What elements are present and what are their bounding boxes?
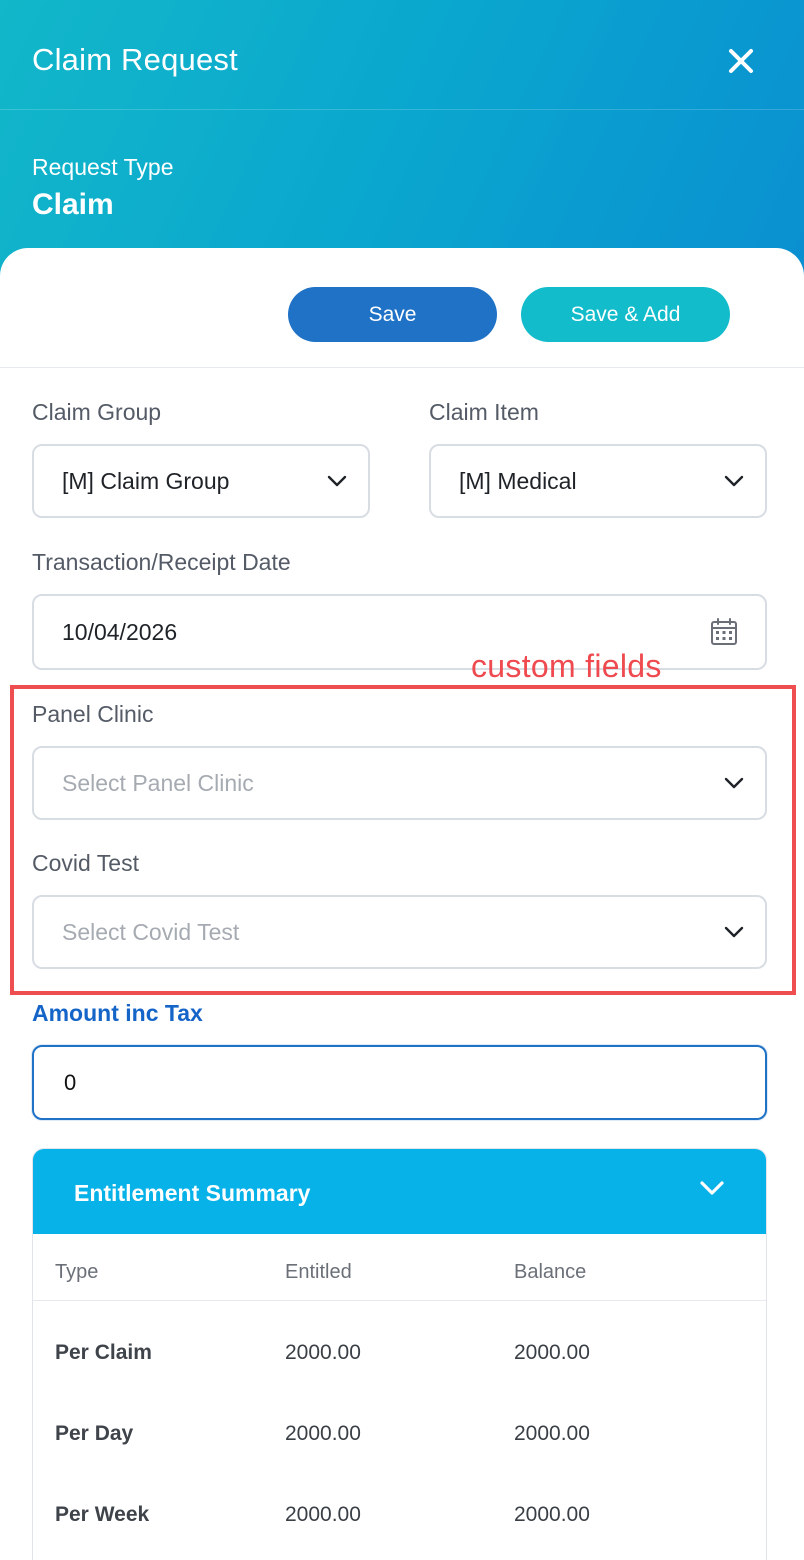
- save-and-add-button[interactable]: Save & Add: [521, 287, 730, 342]
- row-balance: 2000.00: [514, 1341, 590, 1364]
- table-header-divider: [33, 1300, 766, 1301]
- header-divider: [0, 109, 804, 110]
- close-icon[interactable]: [722, 42, 760, 80]
- row-type: Per Week: [55, 1503, 150, 1526]
- action-divider: [0, 367, 804, 368]
- claim-item-value: [M] Medical: [459, 467, 577, 494]
- column-header-entitled: Entitled: [285, 1261, 352, 1283]
- covid-test-placeholder: Select Covid Test: [62, 918, 240, 945]
- entitlement-summary-header[interactable]: Entitlement Summary: [33, 1149, 766, 1234]
- calendar-icon[interactable]: [709, 617, 739, 647]
- transaction-date-label: Transaction/Receipt Date: [32, 549, 291, 575]
- row-entitled: 2000.00: [285, 1341, 361, 1364]
- panel-clinic-select[interactable]: Select Panel Clinic: [32, 746, 767, 820]
- row-type: Per Day: [55, 1422, 134, 1445]
- panel-clinic-placeholder: Select Panel Clinic: [62, 769, 254, 796]
- entitlement-summary-title: Entitlement Summary: [74, 1180, 311, 1206]
- custom-fields-annotation: custom fields: [471, 648, 662, 684]
- entitlement-summary-card: Entitlement Summary Type Entitled Balanc…: [32, 1148, 767, 1560]
- request-type-label: Request Type: [32, 154, 174, 180]
- claim-item-label: Claim Item: [429, 399, 539, 425]
- row-balance: 2000.00: [514, 1422, 590, 1445]
- claim-group-label: Claim Group: [32, 399, 162, 425]
- chevron-down-icon: [327, 475, 347, 487]
- page-title: Claim Request: [32, 42, 238, 77]
- row-entitled: 2000.00: [285, 1422, 361, 1445]
- claim-group-value: [M] Claim Group: [62, 467, 230, 494]
- chevron-down-icon: [724, 777, 744, 789]
- covid-test-label: Covid Test: [32, 850, 139, 876]
- row-type: Per Claim: [55, 1341, 152, 1364]
- claim-group-select[interactable]: [M] Claim Group: [32, 444, 370, 518]
- row-balance: 2000.00: [514, 1503, 590, 1526]
- row-entitled: 2000.00: [285, 1503, 361, 1526]
- chevron-down-icon: [724, 475, 744, 487]
- column-header-type: Type: [55, 1261, 99, 1283]
- claim-item-select[interactable]: [M] Medical: [429, 444, 767, 518]
- save-button[interactable]: Save: [288, 287, 497, 342]
- chevron-down-icon: [724, 926, 744, 938]
- column-header-balance: Balance: [514, 1261, 587, 1283]
- chevron-down-icon: [700, 1181, 724, 1195]
- amount-input[interactable]: 0: [32, 1045, 767, 1120]
- covid-test-select[interactable]: Select Covid Test: [32, 895, 767, 969]
- panel-clinic-label: Panel Clinic: [32, 701, 154, 727]
- amount-label: Amount inc Tax: [32, 1000, 203, 1026]
- request-type-value: Claim: [32, 188, 114, 221]
- transaction-date-value: 10/04/2026: [62, 618, 178, 645]
